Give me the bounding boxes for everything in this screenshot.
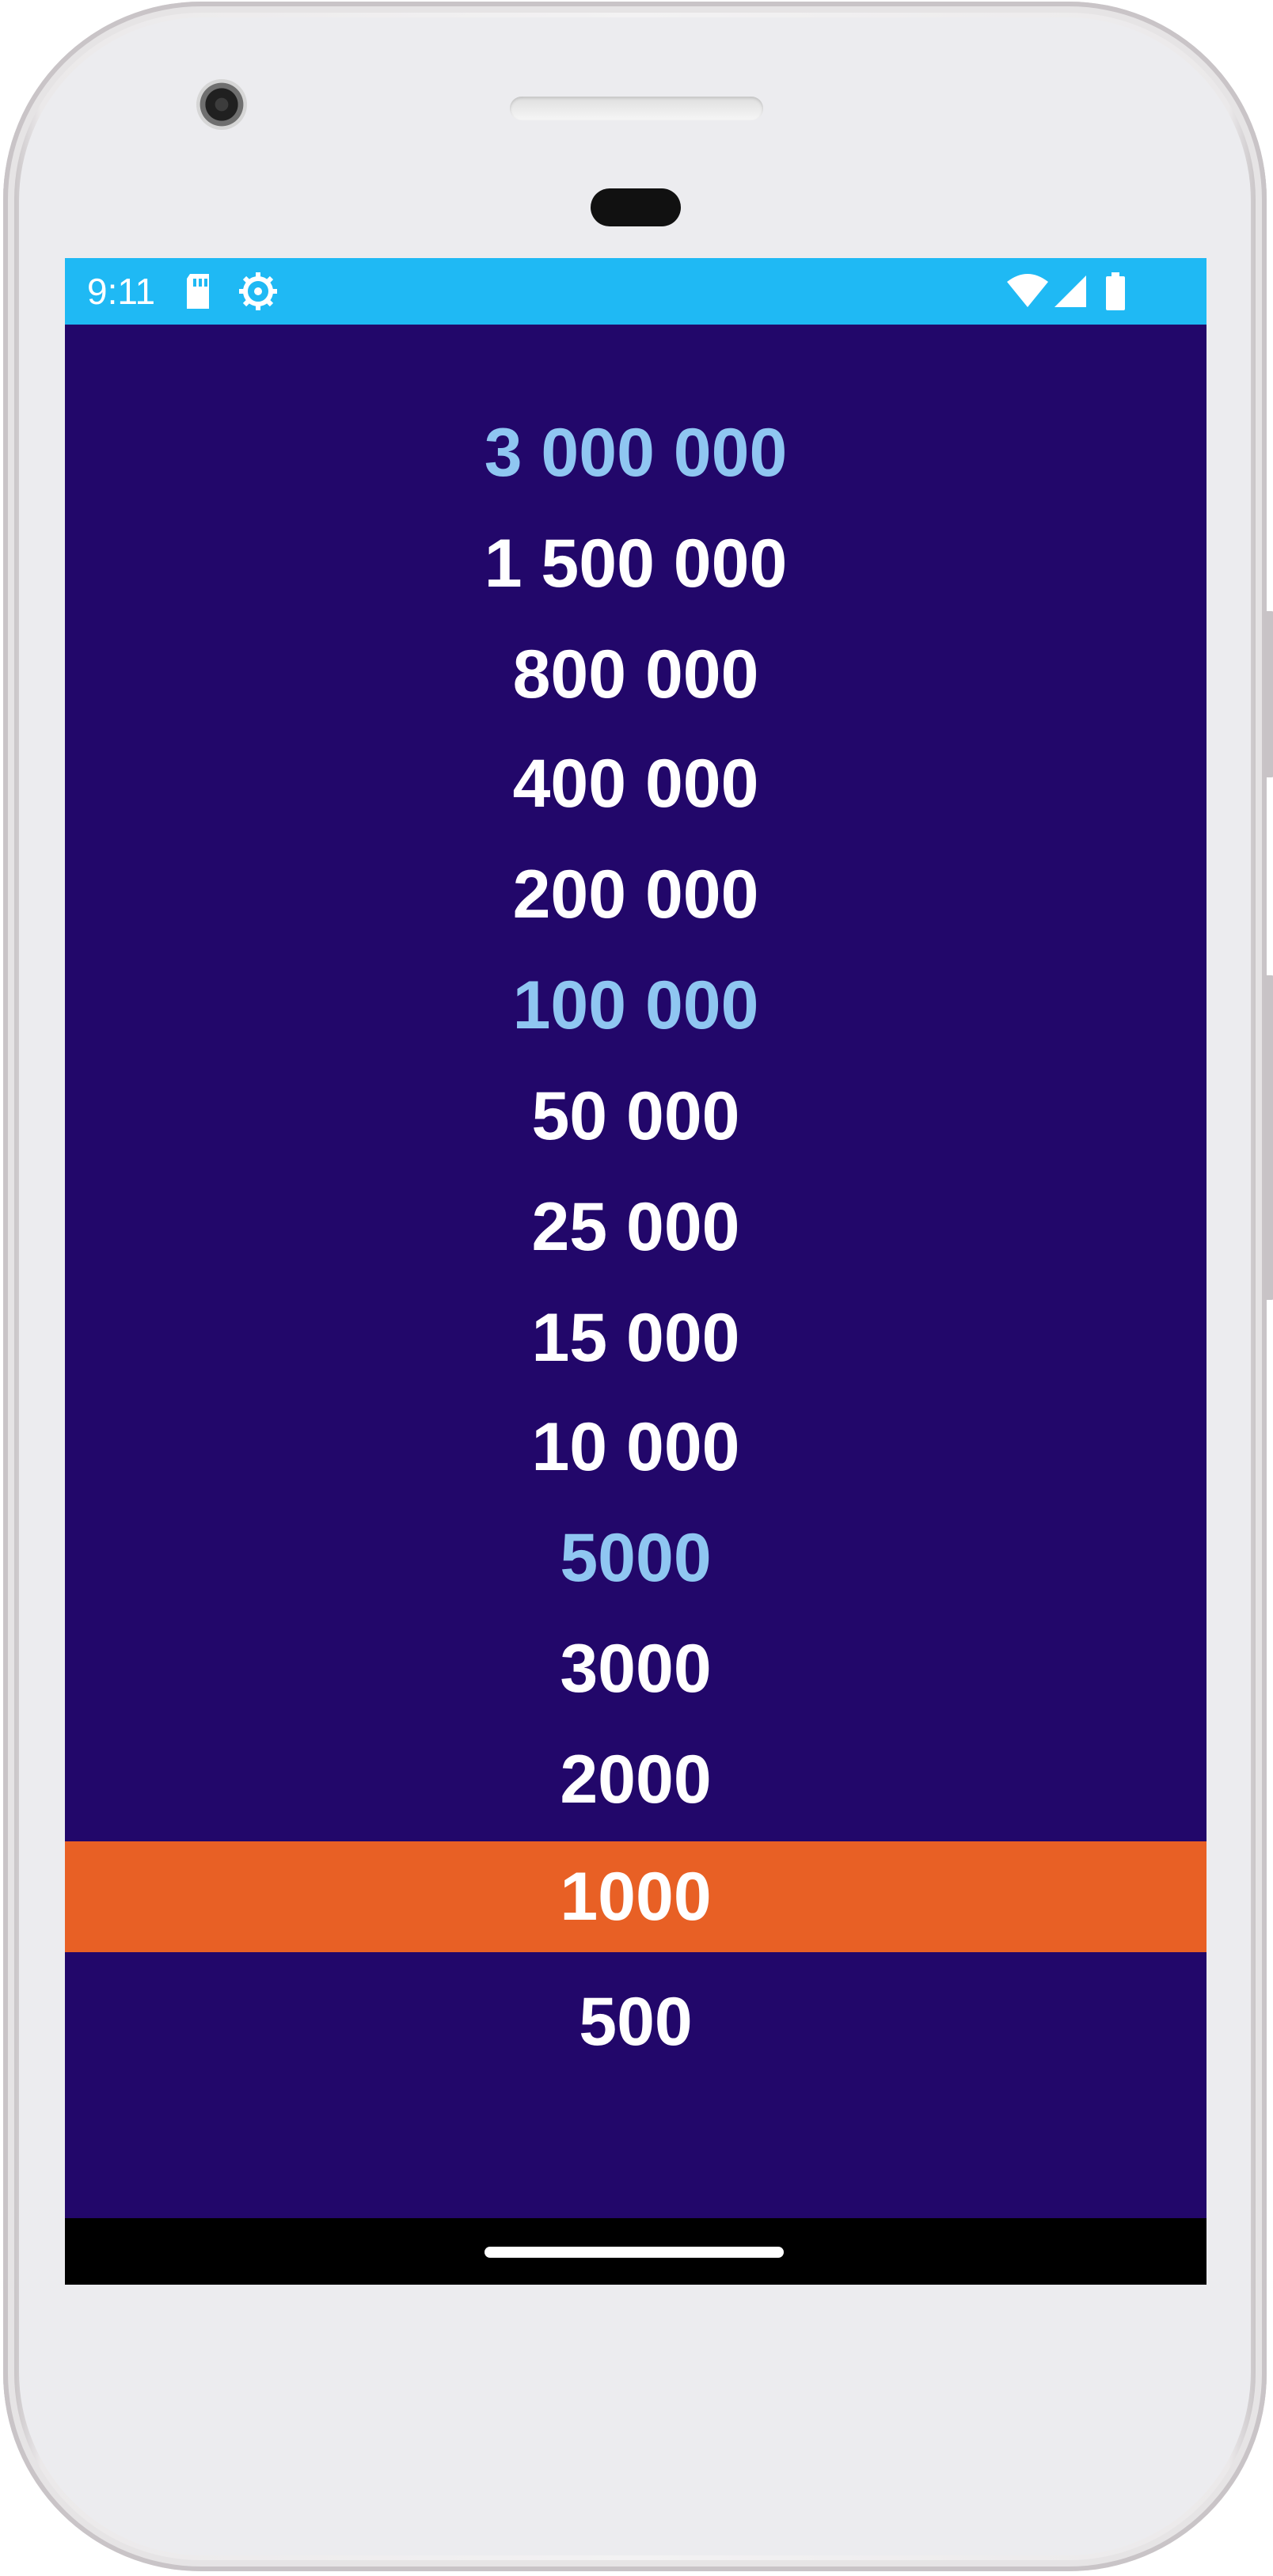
prize-row: 5000 — [560, 1520, 712, 1596]
wifi-icon — [1007, 274, 1048, 307]
volume-button — [1264, 975, 1273, 1300]
battery-icon — [1106, 272, 1125, 310]
power-button — [1264, 611, 1273, 777]
prize-row: 400 000 — [512, 746, 759, 822]
status-bar: 9:11 — [65, 258, 1206, 325]
prize-row: 1 500 000 — [484, 526, 788, 602]
prize-row: 10 000 — [531, 1409, 740, 1485]
prize-row: 3000 — [560, 1631, 712, 1707]
front-camera-icon — [196, 79, 247, 130]
home-handle-icon[interactable] — [484, 2247, 784, 2258]
settings-gear-icon — [239, 272, 277, 310]
earpiece-speaker — [510, 97, 763, 120]
app-screen: 9:11 3 000 000 1 500 000 800 000 400 000… — [65, 258, 1206, 2285]
prize-row: 2000 — [560, 1742, 712, 1818]
prize-row: 800 000 — [512, 636, 759, 712]
prize-row: 25 000 — [531, 1189, 740, 1265]
prize-row: 15 000 — [531, 1300, 740, 1376]
proximity-sensor — [591, 188, 681, 226]
cell-signal-icon — [1054, 275, 1086, 307]
prize-row: 50 000 — [531, 1078, 740, 1154]
sd-card-icon — [187, 274, 209, 309]
prize-row-current: 1000 — [65, 1841, 1206, 1952]
prize-row: 100 000 — [512, 967, 759, 1043]
prize-row: 3 000 000 — [484, 415, 788, 491]
status-time: 9:11 — [87, 271, 156, 312]
prize-row: 500 — [579, 1984, 693, 2060]
prize-ladder: 3 000 000 1 500 000 800 000 400 000 200 000 1… — [65, 325, 1206, 2158]
navigation-bar — [65, 2218, 1206, 2285]
phone-frame: 9:11 3 000 000 1 500 000 800 000 400 000… — [3, 2, 1273, 2571]
prize-row: 200 000 — [512, 857, 759, 933]
